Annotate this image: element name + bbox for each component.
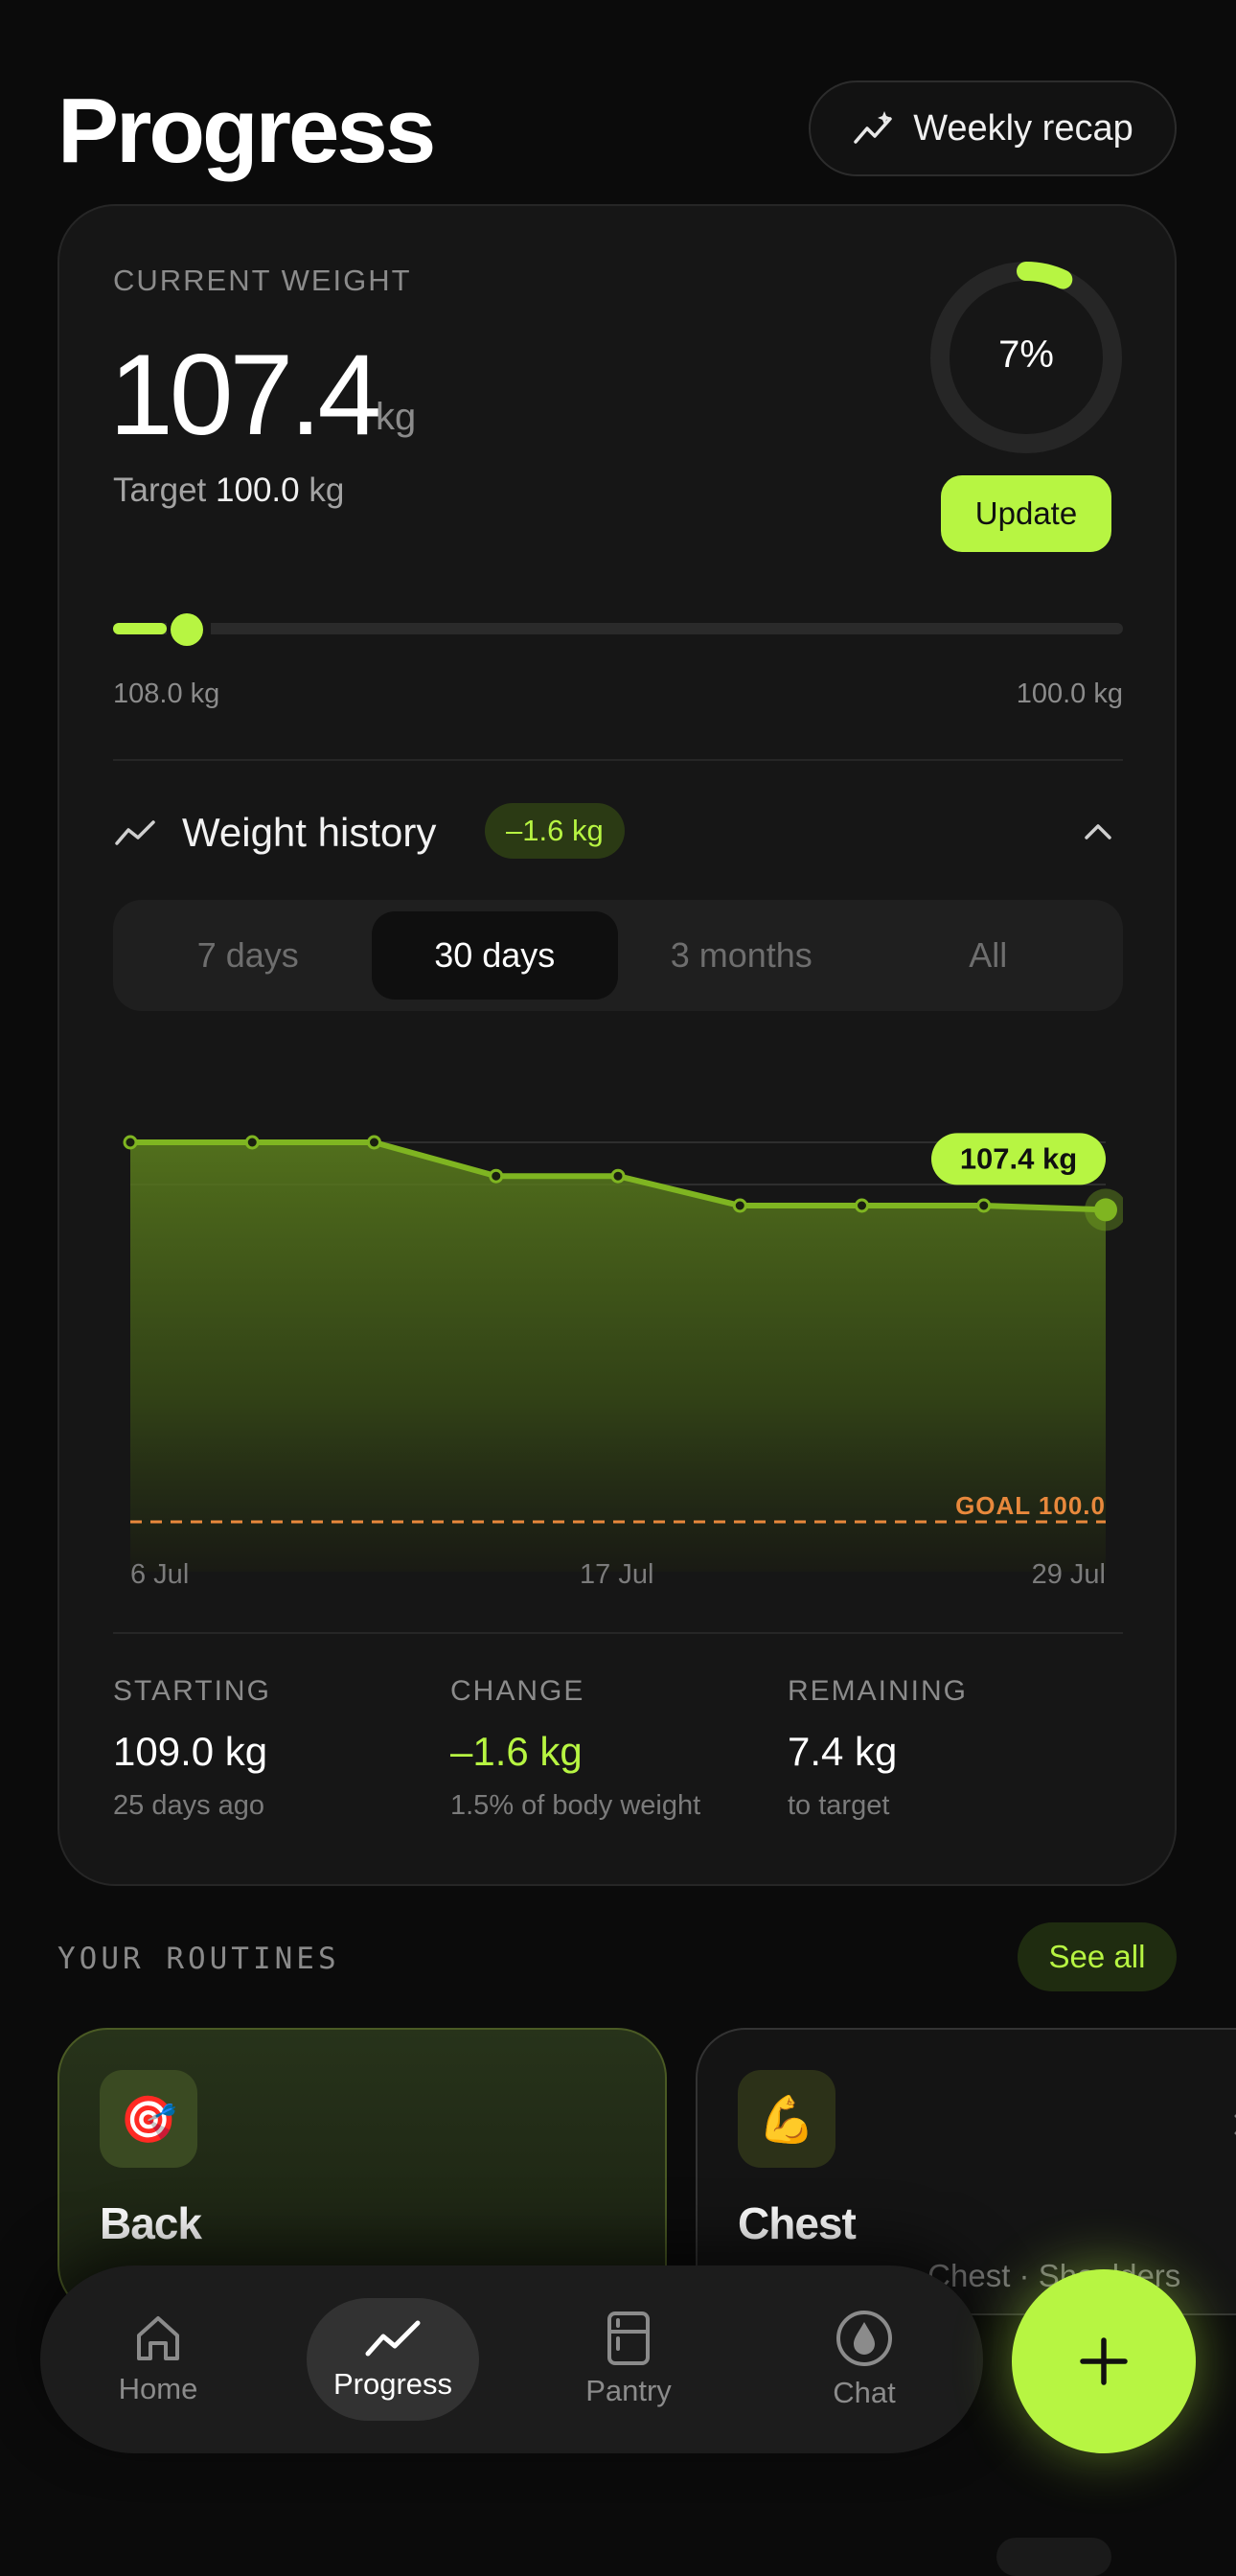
nav-item-home[interactable]: Home	[72, 2298, 244, 2421]
nav-label: Home	[118, 2372, 198, 2405]
target-prefix: Target	[113, 472, 207, 509]
divider	[113, 1632, 1123, 1634]
target-value: 100.0	[216, 472, 300, 509]
weight-progress-thumb	[171, 613, 203, 646]
data-point	[855, 1198, 869, 1213]
trend-line-icon	[115, 820, 155, 845]
data-point	[732, 1198, 747, 1213]
weight-progress-track	[113, 623, 1123, 634]
tab-all[interactable]: All	[865, 911, 1112, 1000]
nav-label: Pantry	[585, 2374, 672, 2407]
divider	[113, 759, 1123, 761]
goal-weight-label: 100.0 kg	[1016, 678, 1123, 709]
nav-label: Progress	[332, 2367, 453, 2401]
goal-label: GOAL 100.0	[955, 1491, 1106, 1520]
target-weight: Target 100.0 kg	[113, 472, 344, 510]
data-point	[489, 1168, 504, 1184]
trend-icon	[365, 2320, 421, 2357]
weekly-recap-label: Weekly recap	[913, 107, 1133, 149]
stat-value: 109.0 kg	[113, 1729, 268, 1774]
x-tick-label: 6 Jul	[130, 1559, 189, 1590]
sparkle-trend-icon	[854, 111, 892, 144]
flexed-biceps-icon: 💪	[738, 2070, 835, 2168]
tab-30-days[interactable]: 30 days	[371, 911, 618, 1000]
add-button[interactable]	[1012, 2269, 1196, 2453]
data-point	[367, 1135, 381, 1150]
stat-remaining: REMAINING 7.4 kg to target	[788, 1675, 968, 1822]
stat-sub: to target	[788, 1790, 890, 1821]
data-point	[976, 1198, 992, 1213]
stat-caption: CHANGE	[450, 1675, 585, 1707]
stat-change: CHANGE –1.6 kg 1.5% of body weight	[450, 1675, 700, 1822]
nav-item-chat[interactable]: Chat	[778, 2298, 950, 2421]
tab-7-days[interactable]: 7 days	[125, 911, 372, 1000]
weight-progress-fill	[113, 623, 167, 634]
x-tick-label: 17 Jul	[580, 1559, 653, 1590]
weight-history-title[interactable]: Weight history	[182, 810, 436, 856]
latest-point	[1094, 1198, 1117, 1222]
current-weight-value: 107.4	[109, 331, 381, 459]
home-indicator-area	[996, 2538, 1111, 2576]
start-weight-label: 108.0 kg	[113, 678, 220, 709]
tab-3-months[interactable]: 3 months	[618, 911, 865, 1000]
routines-section-label: YOUR ROUTINES	[57, 1942, 340, 1976]
close-icon[interactable]	[1230, 2110, 1236, 2139]
stat-caption: STARTING	[113, 1675, 271, 1707]
nav-item-progress[interactable]: Progress	[307, 2298, 479, 2421]
chat-icon	[836, 2311, 892, 2366]
stat-value: –1.6 kg	[450, 1729, 583, 1774]
weight-change-badge: –1.6 kg	[485, 803, 625, 859]
stat-caption: REMAINING	[788, 1675, 969, 1707]
current-weight-unit: kg	[376, 396, 417, 438]
target-unit: kg	[309, 472, 345, 509]
current-weight-caption: CURRENT WEIGHT	[113, 264, 412, 297]
progress-percent: 7%	[998, 334, 1054, 376]
data-point	[123, 1135, 138, 1150]
x-tick-label: 29 Jul	[1032, 1559, 1106, 1590]
nav-label: Chat	[833, 2376, 896, 2409]
stat-value: 7.4 kg	[788, 1729, 898, 1774]
latest-value-label: 107.4 kg	[960, 1141, 1077, 1175]
stat-sub: 25 days ago	[113, 1790, 265, 1821]
routine-title: Chest	[738, 2198, 857, 2248]
chevron-up-icon[interactable]	[1081, 816, 1115, 845]
see-all-button[interactable]: See all	[1018, 1922, 1177, 1991]
data-point	[244, 1135, 260, 1150]
stat-starting: STARTING 109.0 kg 25 days ago	[113, 1675, 271, 1822]
fridge-icon	[607, 2312, 650, 2365]
weight-history-chart: GOAL 100.0 107.4 kg 6 Jul 17 Jul 29 Jul	[123, 1133, 1123, 1590]
weekly-recap-button[interactable]: Weekly recap	[809, 80, 1177, 176]
target-icon: 🎯	[100, 2070, 197, 2168]
range-tabs: 7 days 30 days 3 months All	[113, 900, 1123, 1011]
routine-title: Back	[100, 2198, 202, 2248]
update-weight-button[interactable]: Update	[941, 475, 1111, 552]
nav-item-pantry[interactable]: Pantry	[542, 2298, 715, 2421]
data-point	[610, 1168, 626, 1184]
plus-icon	[1080, 2337, 1128, 2385]
page-title: Progress	[57, 80, 436, 182]
stat-sub: 1.5% of body weight	[450, 1790, 701, 1821]
home-icon	[137, 2316, 179, 2360]
